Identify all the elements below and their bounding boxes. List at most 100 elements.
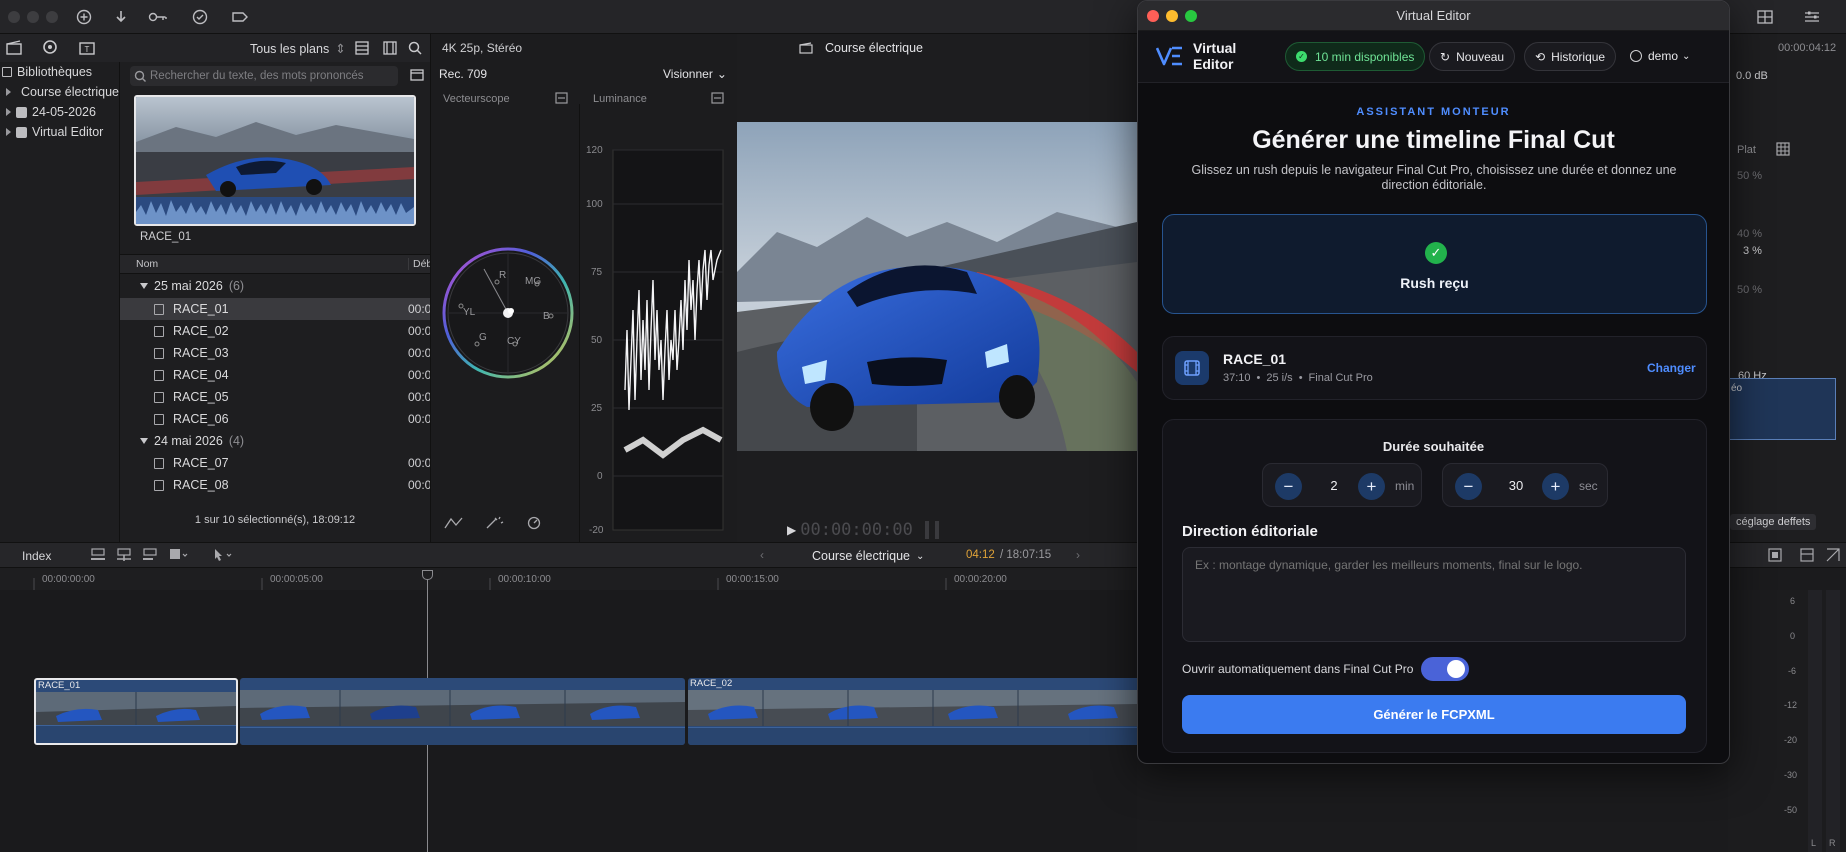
filmstrip-icon[interactable] <box>383 41 397 55</box>
scope-settings-icon[interactable] <box>711 92 724 104</box>
timeline-clip-label: RACE_02 <box>690 678 733 689</box>
seconds-increment-button[interactable]: + <box>1542 473 1569 500</box>
sliders-icon[interactable] <box>1800 7 1824 27</box>
timeline-project-menu[interactable]: Course électrique ⌄ <box>812 549 924 563</box>
change-rush-link[interactable]: Changer <box>1647 361 1696 375</box>
previous-project-icon[interactable]: ‹ <box>760 548 764 562</box>
sidebar-item-virtual-editor[interactable]: Virtual Editor <box>0 122 119 142</box>
playhead-handle-icon[interactable] <box>422 570 433 580</box>
disclosure-icon[interactable] <box>6 128 11 136</box>
import-icon[interactable] <box>72 7 96 27</box>
user-menu[interactable]: demo ⌄ <box>1630 49 1690 63</box>
clip-row[interactable]: RACE_03 00:0 <box>120 342 431 364</box>
viewer-frame[interactable] <box>737 122 1137 451</box>
audio-meters: 6 0 -6 -12 -20 -30 -50 L R <box>1728 590 1846 852</box>
browser-search-input[interactable]: Rechercher du texte, des mots prononcés <box>130 66 398 86</box>
zoom-window-dot[interactable] <box>46 11 58 23</box>
viewer-timecode[interactable]: 00:00:00:00 <box>800 520 913 540</box>
meter-tick: 0 <box>1790 631 1796 641</box>
filmstrip-toggle-icon[interactable] <box>410 68 424 82</box>
tag-icon[interactable] <box>228 7 252 27</box>
format-label: 4K 25p, Stéréo <box>442 41 523 55</box>
clip-row[interactable]: RACE_08 00:0 <box>120 474 431 496</box>
clip-row[interactable]: RACE_01 00:0 <box>120 298 431 320</box>
transform-icon[interactable] <box>443 516 465 530</box>
ve-zoom-button[interactable] <box>1185 10 1197 22</box>
connect-clip-icon[interactable] <box>90 548 106 562</box>
clip-appearance-icon[interactable] <box>1768 548 1782 562</box>
select-tool-icon[interactable] <box>212 548 234 562</box>
sidebar-libraries[interactable]: Bibliothèques <box>0 62 119 82</box>
refresh-icon: ↻ <box>1440 49 1451 64</box>
credits-badge: ✓ 10 min disponibles <box>1285 42 1426 71</box>
disclosure-down-icon[interactable] <box>140 283 148 289</box>
clip-row[interactable]: RACE_05 00:0 <box>120 386 431 408</box>
seconds-decrement-button[interactable]: − <box>1455 473 1482 500</box>
generate-fcpxml-button[interactable]: Générer le FCPXML <box>1182 695 1686 734</box>
sidebar-item-date[interactable]: 24-05-2026 <box>0 102 119 122</box>
clapper-icon[interactable] <box>6 39 22 55</box>
auto-open-toggle[interactable] <box>1421 657 1469 681</box>
timeline-clip-continuation[interactable] <box>240 678 685 745</box>
volume-db[interactable]: 0.0 dB <box>1736 70 1768 82</box>
clip-filter-menu[interactable]: Tous les plans ⇕ <box>250 41 346 57</box>
insert-clip-icon[interactable] <box>116 548 132 562</box>
transitions-icon[interactable] <box>1826 548 1840 562</box>
sidebar-item-course[interactable]: Course électrique <box>0 82 119 102</box>
disclosure-icon[interactable] <box>6 108 11 116</box>
timeline-clip-race02[interactable]: RACE_02 <box>688 678 1137 745</box>
timeline-project-label: Course électrique <box>812 549 910 563</box>
next-project-icon[interactable]: › <box>1076 548 1080 562</box>
keyword-icon[interactable] <box>146 7 170 27</box>
download-icon[interactable] <box>109 7 133 27</box>
inspector-partial: 00:00:04:12 0.0 dB Plat 50 % 40 % 3 % 50… <box>1728 34 1846 542</box>
effects-browser-icon[interactable] <box>1800 548 1814 562</box>
minimize-window-dot[interactable] <box>27 11 39 23</box>
close-window-dot[interactable] <box>8 11 20 23</box>
dropzone[interactable]: ✓ Rush reçu <box>1162 214 1707 314</box>
clip-row[interactable]: RACE_04 00:0 <box>120 364 431 386</box>
audio-preview[interactable]: éo <box>1728 378 1836 440</box>
speed-icon[interactable] <box>527 516 549 530</box>
grid-view-icon[interactable] <box>1753 7 1777 27</box>
view-menu[interactable]: Visionner ⌄ <box>663 67 727 81</box>
seconds-value[interactable]: 30 <box>1498 478 1534 493</box>
minutes-increment-button[interactable]: + <box>1358 473 1385 500</box>
titles-icon[interactable]: T <box>79 39 95 55</box>
timeline-clip-race01[interactable]: RACE_01 <box>34 678 238 745</box>
ve-close-button[interactable] <box>1147 10 1159 22</box>
overwrite-clip-icon[interactable] <box>168 548 188 562</box>
append-clip-icon[interactable] <box>142 548 158 562</box>
history-button[interactable]: ⟲ Historique <box>1524 42 1617 71</box>
disclosure-icon[interactable] <box>6 88 11 96</box>
ve-minimize-button[interactable] <box>1166 10 1178 22</box>
disclosure-down-icon[interactable] <box>140 438 148 444</box>
new-button[interactable]: ↻ Nouveau <box>1429 42 1516 71</box>
ruler-timecode: 00:00:00:00 <box>42 574 95 585</box>
search-icon[interactable] <box>408 41 422 55</box>
ve-titlebar[interactable]: Virtual Editor <box>1138 1 1729 31</box>
list-view-icon[interactable] <box>355 41 369 55</box>
column-name[interactable]: Nom <box>136 258 158 270</box>
group-25-mai[interactable]: 25 mai 2026 (6) <box>140 279 244 293</box>
effects-button[interactable]: céglage deffets <box>1730 514 1817 530</box>
eq-flat[interactable]: Plat <box>1737 144 1756 156</box>
scope-settings-icon[interactable] <box>555 92 568 104</box>
group-24-mai[interactable]: 24 mai 2026 (4) <box>140 434 244 448</box>
photos-icon[interactable] <box>42 39 58 55</box>
eq-grid-icon[interactable] <box>1776 142 1790 156</box>
minutes-value[interactable]: 2 <box>1321 478 1347 493</box>
selected-clip-thumbnail[interactable] <box>134 95 416 226</box>
audio-meters-icon[interactable] <box>924 521 939 539</box>
play-icon[interactable]: ▶ <box>787 523 796 537</box>
clip-row[interactable]: RACE_06 00:0 <box>120 408 431 430</box>
direction-textarea[interactable] <box>1182 547 1686 642</box>
clip-row[interactable]: RACE_07 00:0 <box>120 452 431 474</box>
minutes-decrement-button[interactable]: − <box>1275 473 1302 500</box>
rush-source: Final Cut Pro <box>1308 372 1373 384</box>
check-circle-icon[interactable] <box>188 7 212 27</box>
ruler-timecode: 00:00:15:00 <box>726 574 779 585</box>
clip-row[interactable]: RACE_02 00:0 <box>120 320 431 342</box>
index-button[interactable]: Index <box>22 549 51 563</box>
enhance-wand-icon[interactable] <box>485 516 507 530</box>
